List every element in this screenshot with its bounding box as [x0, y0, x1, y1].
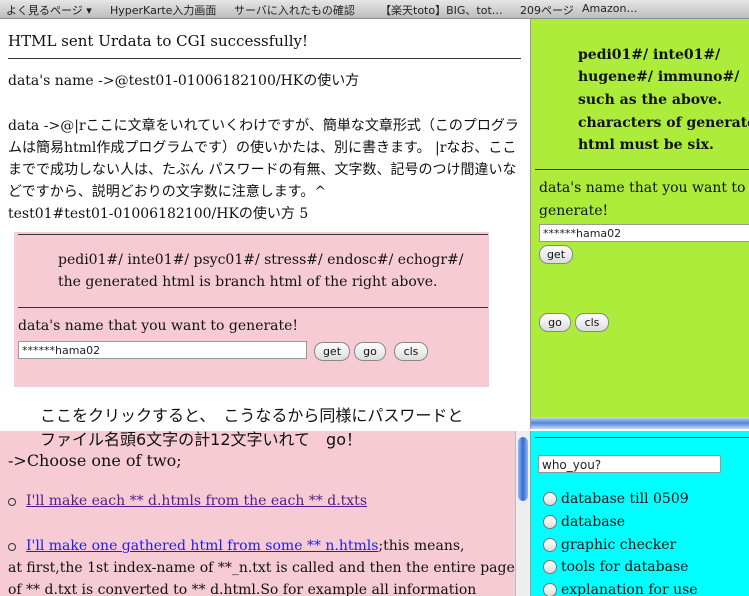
bottom-left-frame: ->Choose one of two; I'll make each ** d…	[0, 431, 515, 596]
divider	[8, 58, 521, 59]
option-label-5: explanation for use	[561, 582, 698, 596]
list-item-2: I'll make one gathered html from some **…	[26, 538, 464, 554]
para-line-2: of ** d.txt is converted to ** d.html.So…	[8, 582, 477, 596]
right-prompt-1: data's name that you want to	[539, 180, 746, 196]
bookmark-hyperkarte[interactable]: HyperKarte入力画面	[110, 2, 216, 18]
data-line-4: どですから、説明どおりの文字数に注意します。^	[8, 184, 327, 200]
cyan-rule	[535, 437, 749, 438]
box-mid-rule	[18, 307, 488, 308]
bottom-left-scrollbar[interactable]	[515, 431, 531, 596]
data-line-5: test01#test01-01006182100/HKの使い方 5	[8, 206, 309, 222]
radio-option-5[interactable]	[543, 583, 557, 596]
right-line-4: characters of generated	[578, 115, 749, 131]
right-get-button[interactable]: get	[539, 245, 573, 264]
right-go-button[interactable]: go	[539, 313, 571, 332]
data-line-1: data ->@|rここに文章をいれていくわけですが、簡単な文章形式（このプログ…	[8, 118, 519, 134]
option-label-4: tools for database	[561, 559, 689, 575]
box-top-rule	[18, 234, 488, 235]
generate-box: pedi01#/ inte01#/ psyc01#/ stress#/ endo…	[14, 232, 489, 387]
right-line-3: such as the above.	[578, 92, 723, 108]
dataname-line: data's name ->@test01-01006182100/HKの使い方	[8, 73, 360, 89]
bookmark-rakuten-toto[interactable]: 【楽天toto】BIG、tot…	[380, 2, 503, 18]
radio-option-3[interactable]	[543, 538, 557, 552]
right-prompt-2: generate!	[539, 203, 609, 219]
bookmark-amazon[interactable]: Amazon…	[582, 2, 637, 15]
box-line-1: pedi01#/ inte01#/ psyc01#/ stress#/ endo…	[58, 252, 464, 268]
radio-option-1[interactable]	[543, 492, 557, 506]
right-line-1: pedi01#/ inte01#/	[578, 47, 721, 63]
annotation-line-1: ここをクリックすると、 こうなるから同様にパスワードと	[40, 406, 464, 425]
choose-heading: ->Choose one of two;	[8, 451, 182, 470]
option-label-3: graphic checker	[561, 537, 677, 553]
scrollbar-thumb[interactable]	[518, 437, 528, 501]
list-item-1: I'll make each ** d.htmls from the each …	[26, 493, 367, 509]
make-gathered-link[interactable]: I'll make one gathered html from some **…	[26, 538, 378, 554]
data-line-2: ムは簡易html作成プログラムです）の使いかたは、別に書きます。 |rなお、ここ	[8, 140, 517, 156]
link2-suffix: ;this means,	[378, 538, 465, 554]
right-line-2: hugene#/ immuno#/	[578, 69, 740, 85]
data-line-3: までで成功しない人は、たぶん パスワードの有無、文字数、記号のつけ間違いな	[8, 162, 517, 178]
radio-option-4[interactable]	[543, 560, 557, 574]
box-prompt: data's name that you want to generate!	[18, 318, 299, 334]
go-button[interactable]: go	[354, 342, 386, 361]
right-line-5: html must be six.	[578, 137, 714, 153]
frame-resize-handle[interactable]	[530, 417, 749, 429]
bottom-right-frame: who_you? database till 0509 database gra…	[530, 431, 749, 596]
radio-option-2[interactable]	[543, 515, 557, 529]
make-each-link[interactable]: I'll make each ** d.htmls from the each …	[26, 493, 367, 509]
cls-button[interactable]: cls	[394, 342, 428, 361]
dataname-input[interactable]: ******hama02	[18, 341, 307, 359]
main-frame: HTML sent Urdata to CGI successfully! da…	[0, 19, 530, 431]
get-button[interactable]: get	[314, 342, 350, 361]
option-label-1: database till 0509	[561, 491, 689, 507]
list-bullet	[8, 498, 16, 506]
status-message: HTML sent Urdata to CGI successfully!	[8, 32, 309, 50]
annotation-line-2: ファイル名頭6文字の計12文字いれて go！	[40, 430, 363, 449]
who-you-input[interactable]: who_you?	[538, 455, 721, 473]
bookmarks-bar: よく見るページ ▾ HyperKarte入力画面 サーバに入れたもの確認 【楽天…	[0, 0, 749, 19]
box-line-2: the generated html is branch html of the…	[58, 274, 438, 290]
right-rule	[535, 169, 749, 170]
bookmark-server-check[interactable]: サーバに入れたもの確認	[234, 2, 355, 18]
right-dataname-input[interactable]: ******hama02	[539, 224, 749, 242]
right-frame: pedi01#/ inte01#/ hugene#/ immuno#/ such…	[530, 19, 749, 417]
bookmark-page-209[interactable]: 209ページ	[520, 2, 574, 18]
list-bullet	[8, 543, 16, 551]
right-cls-button[interactable]: cls	[575, 313, 609, 332]
bookmark-frequent[interactable]: よく見るページ ▾	[6, 2, 92, 18]
para-line-1: at first,the 1st index-name of **_n.txt …	[8, 560, 515, 576]
option-label-2: database	[561, 514, 626, 530]
